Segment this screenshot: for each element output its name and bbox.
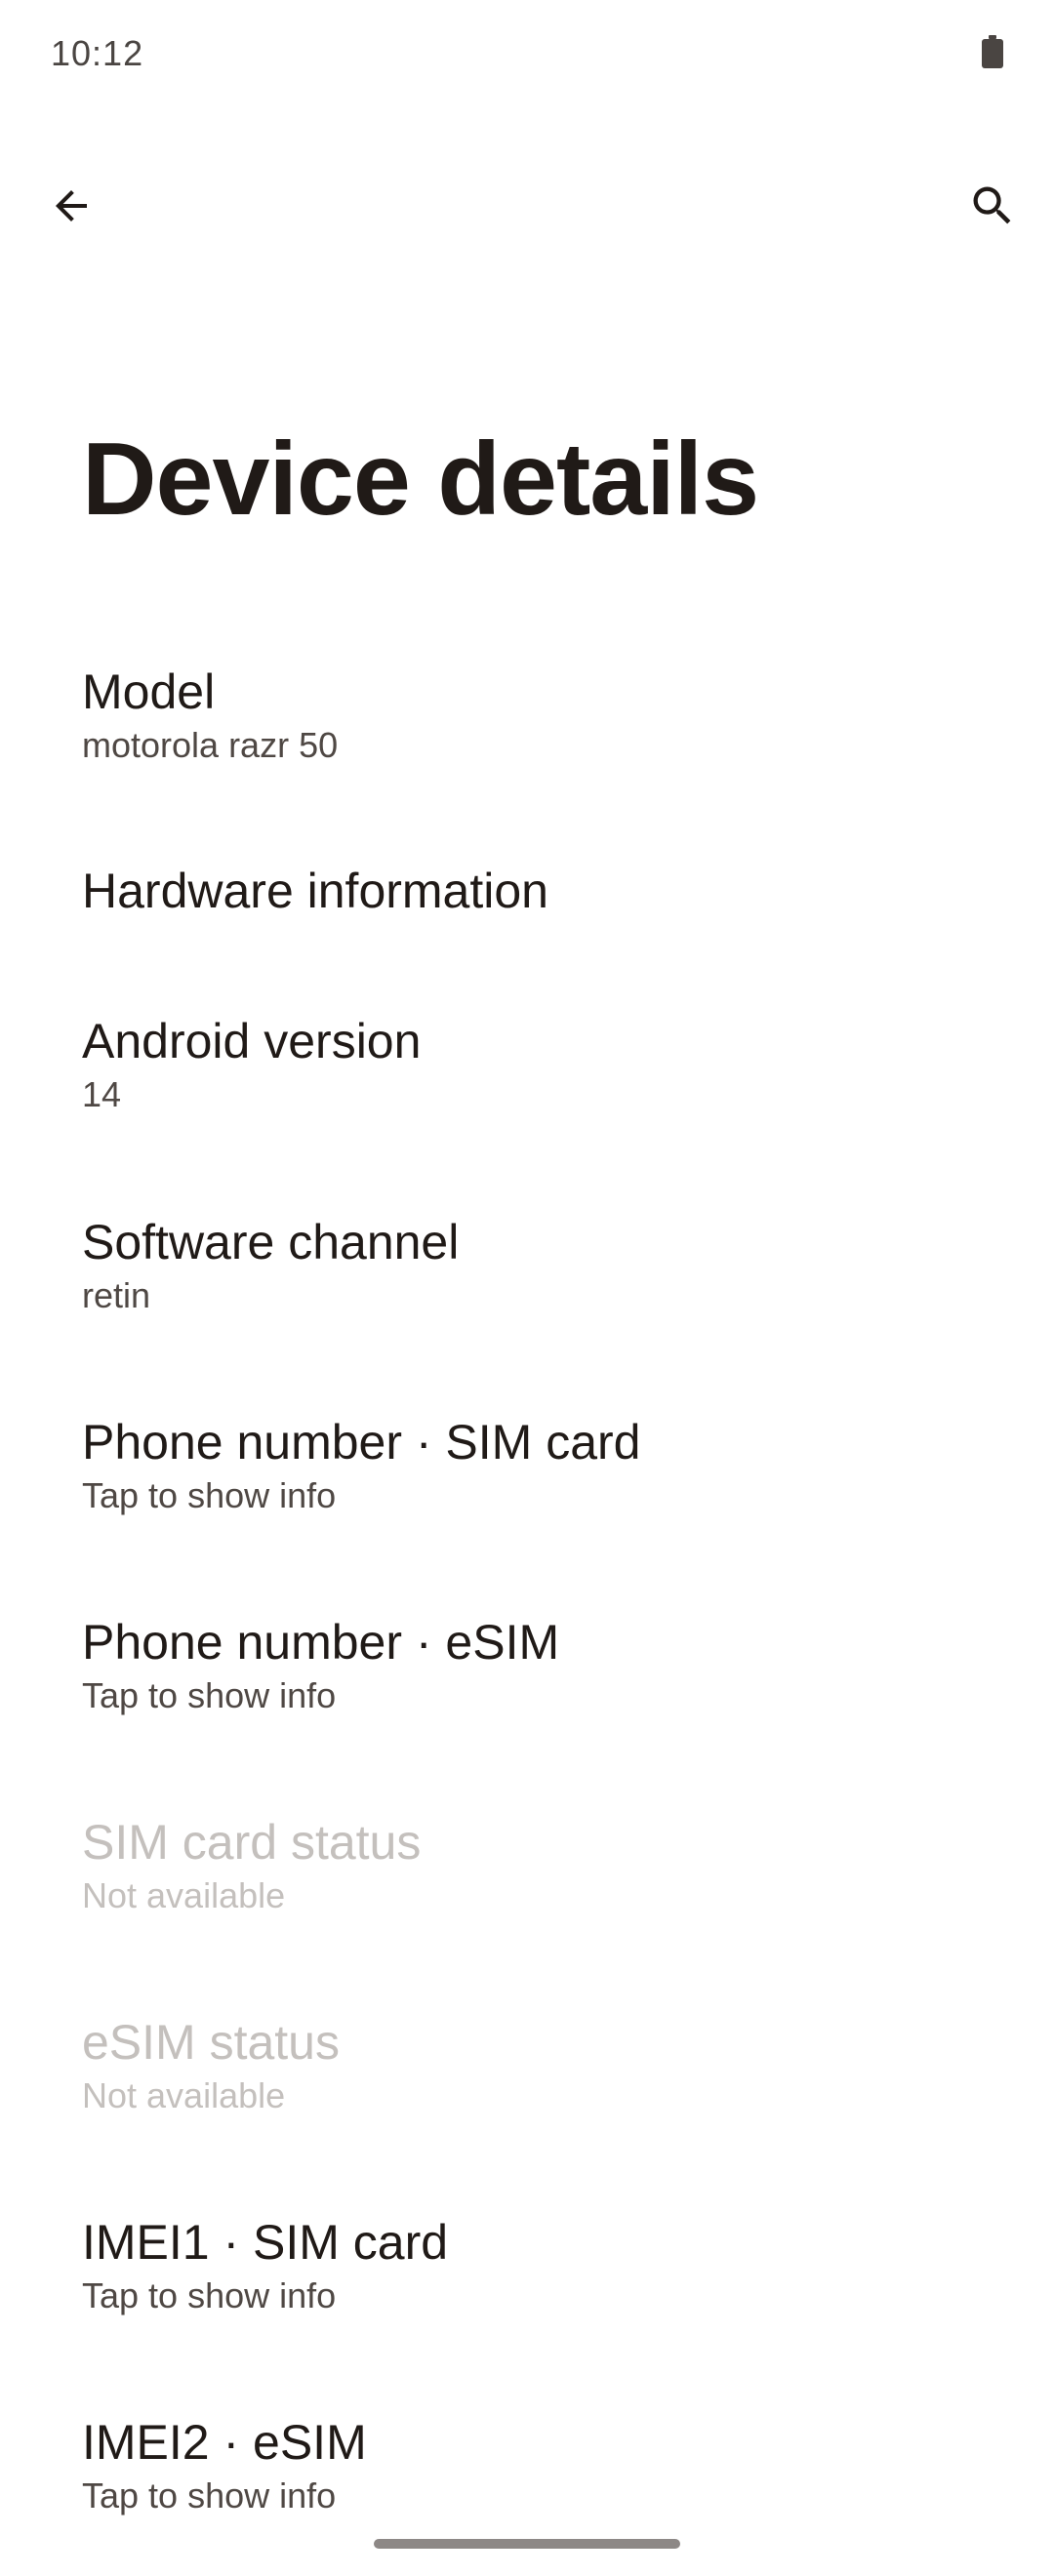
item-title: Phone number · SIM card xyxy=(82,1415,641,1469)
item-summary: Tap to show info xyxy=(82,1475,337,1515)
battery-full-icon xyxy=(982,35,1003,68)
item-title: Model xyxy=(82,664,216,719)
list-item-phone-number-esim[interactable]: Phone number · eSIM Tap to show info xyxy=(0,1581,1054,1766)
list-item-sim-card-status: SIM card status Not available xyxy=(0,1781,1054,1966)
status-time: 10:12 xyxy=(51,33,144,73)
item-title: SIM card status xyxy=(82,1815,422,1870)
item-summary: Tap to show info xyxy=(82,1675,337,1715)
list-item-model[interactable]: Model motorola razr 50 xyxy=(0,624,1054,810)
item-summary: retin xyxy=(82,1275,151,1315)
item-summary: Not available xyxy=(82,2075,286,2115)
item-title: Hardware information xyxy=(82,864,548,918)
item-title: Android version xyxy=(82,1014,422,1068)
item-title: IMEI2 · eSIM xyxy=(82,2415,367,2470)
list-item-android-version[interactable]: Android version 14 xyxy=(0,980,1054,1165)
page-title: Device details xyxy=(82,422,759,537)
item-title: eSIM status xyxy=(82,2015,340,2070)
back-button[interactable] xyxy=(29,164,113,248)
list-item-phone-number-sim[interactable]: Phone number · SIM card Tap to show info xyxy=(0,1381,1054,1566)
item-summary: 14 xyxy=(82,1074,122,1114)
item-summary: motorola razr 50 xyxy=(82,725,339,765)
search-button[interactable] xyxy=(951,164,1034,248)
item-summary: Tap to show info xyxy=(82,2475,337,2516)
gesture-navigation-handle[interactable] xyxy=(374,2539,680,2549)
item-title: Software channel xyxy=(82,1215,460,1269)
item-title: Phone number · eSIM xyxy=(82,1615,560,1670)
list-item-esim-status: eSIM status Not available xyxy=(0,1981,1054,2166)
app-bar xyxy=(0,146,1054,254)
list-item-software-channel[interactable]: Software channel retin xyxy=(0,1181,1054,1366)
list-item-imei1-sim[interactable]: IMEI1 · SIM card Tap to show info xyxy=(0,2181,1054,2366)
arrow-left-icon xyxy=(56,190,87,221)
search-icon xyxy=(973,186,1011,224)
item-title: IMEI1 · SIM card xyxy=(82,2215,449,2270)
item-summary: Tap to show info xyxy=(82,2275,337,2315)
status-bar: 10:12 xyxy=(0,0,1054,107)
item-summary: Not available xyxy=(82,1875,286,1915)
